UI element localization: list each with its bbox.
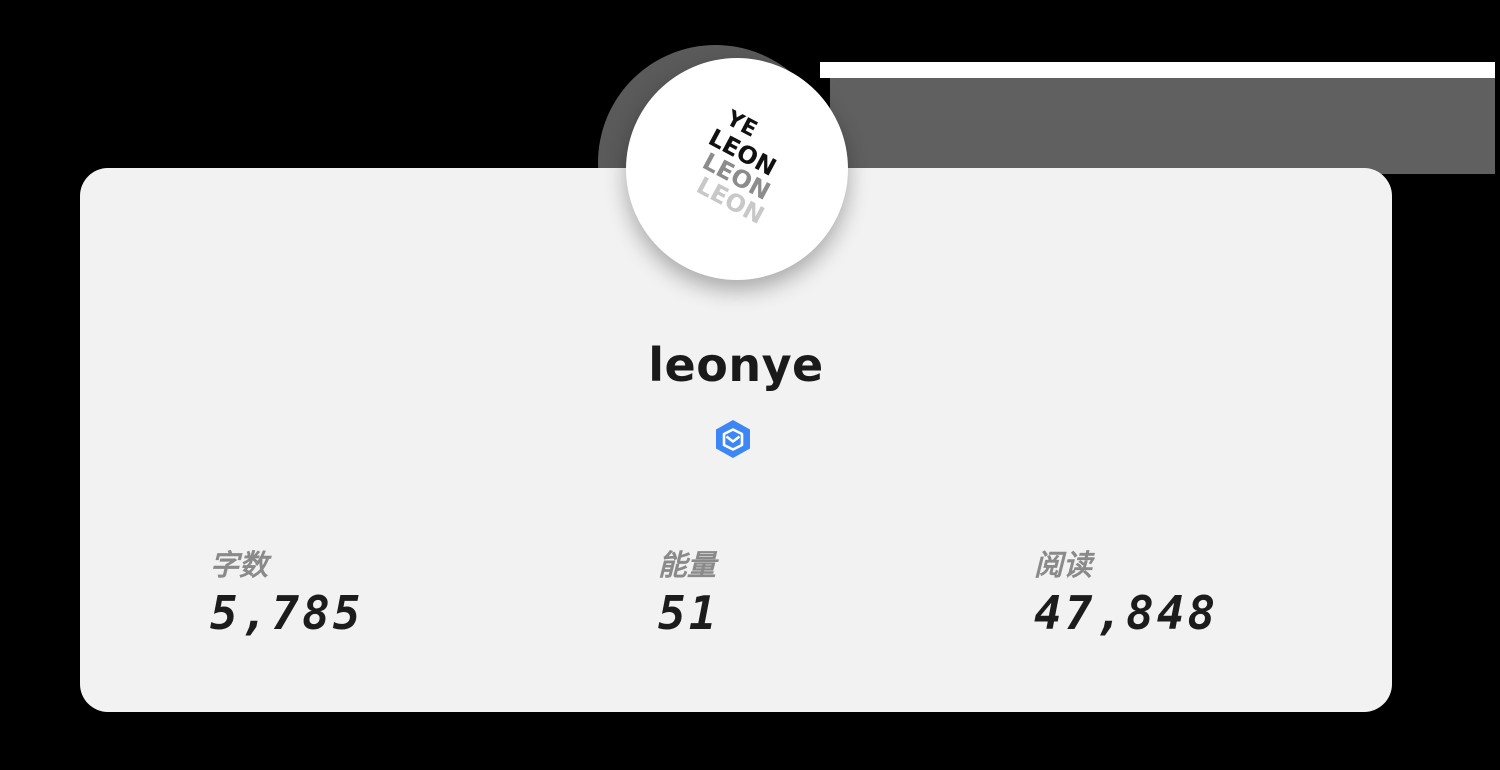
background-panel bbox=[830, 78, 1495, 174]
stat-value-energy: 51 bbox=[658, 586, 720, 640]
avatar[interactable]: YE LEON LEON LEON bbox=[626, 58, 848, 280]
verified-creator-badge-icon[interactable] bbox=[712, 418, 754, 460]
stat-label-energy: 能量 bbox=[658, 548, 717, 582]
username: leonye bbox=[648, 338, 824, 392]
profile-stage: YE LEON LEON LEON leonye 字数 5,785 能量 51 … bbox=[0, 0, 1500, 770]
stat-label-reads: 阅读 bbox=[1034, 548, 1093, 582]
stat-value-reads: 47,848 bbox=[1034, 586, 1219, 640]
stat-reads: 阅读 47,848 bbox=[1034, 545, 1218, 639]
background-strip bbox=[820, 62, 1495, 78]
stat-label-word-count: 字数 bbox=[210, 548, 269, 582]
leon-ye-logo-icon: YE LEON LEON LEON bbox=[692, 106, 781, 230]
stat-word-count: 字数 5,785 bbox=[210, 545, 363, 639]
stat-value-word-count: 5,785 bbox=[210, 586, 364, 640]
stat-energy: 能量 51 bbox=[658, 545, 719, 639]
